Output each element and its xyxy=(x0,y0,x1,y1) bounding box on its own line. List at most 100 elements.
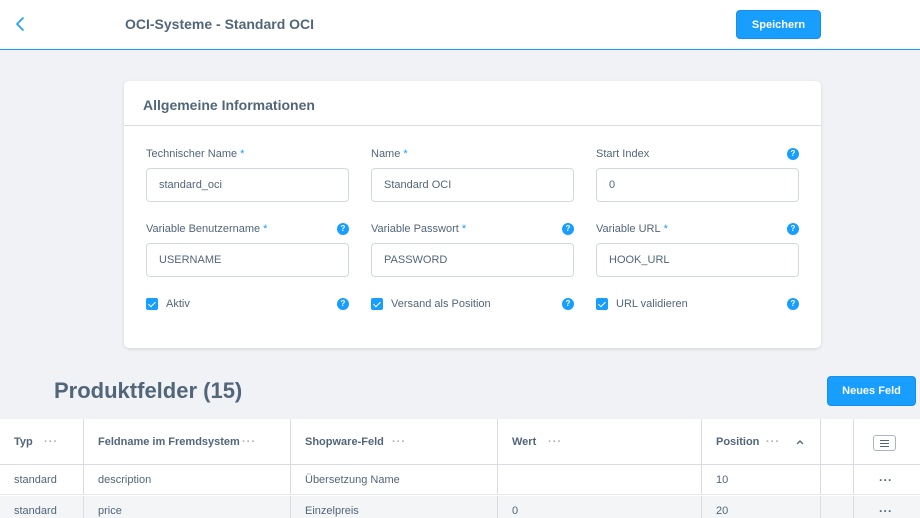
required-marker: * xyxy=(403,148,408,160)
cell-text: Übersetzung Name xyxy=(305,473,400,486)
chevron-up-icon[interactable] xyxy=(796,438,804,446)
column-header-label: Wert xyxy=(512,435,537,448)
column-header-field-name[interactable]: Feldname im Fremdsystem ··· xyxy=(84,419,291,464)
variable-url-field: Variable URL *? xyxy=(596,223,799,277)
table-row[interactable]: standard description Übersetzung Name 10… xyxy=(0,465,920,495)
required-marker: * xyxy=(263,223,268,235)
help-circle-icon[interactable]: ? xyxy=(337,223,349,235)
cell-field-name: description xyxy=(84,465,291,494)
general-info-card: Allgemeine Informationen Technischer Nam… xyxy=(124,81,821,348)
active-checkbox-row: Aktiv ? xyxy=(146,298,349,312)
start-index-input[interactable] xyxy=(596,168,799,202)
required-marker: * xyxy=(240,148,245,160)
cell-shopware-field: Einzelpreis xyxy=(291,496,498,518)
cell-type: standard xyxy=(0,496,84,518)
name-label: Name * xyxy=(371,148,574,164)
menu-line xyxy=(880,446,889,447)
cell-spacer xyxy=(821,496,854,518)
validate-url-label: URL validieren xyxy=(616,298,688,310)
start-index-field: Start Index? xyxy=(596,148,799,202)
cell-text: 10 xyxy=(716,473,729,486)
column-header-type[interactable]: Typ ··· xyxy=(0,419,84,464)
shipping-position-checkbox[interactable] xyxy=(371,298,383,310)
shipping-position-checkbox-row: Versand als Position ? xyxy=(371,298,574,312)
column-menu-icon[interactable]: ··· xyxy=(548,436,562,448)
help-circle-icon[interactable]: ? xyxy=(562,223,574,235)
variable-password-label: Variable Passwort *? xyxy=(371,223,574,239)
column-menu-icon[interactable]: ··· xyxy=(766,436,780,448)
cell-position: 10 xyxy=(702,465,821,494)
variable-password-field: Variable Passwort *? xyxy=(371,223,574,277)
label-text: Variable URL xyxy=(596,223,661,235)
cell-value: 0 xyxy=(498,496,702,518)
cell-text: Einzelpreis xyxy=(305,505,359,517)
help-circle-icon[interactable]: ? xyxy=(787,298,799,310)
column-menu-icon[interactable]: ··· xyxy=(242,436,256,448)
variable-url-label: Variable URL *? xyxy=(596,223,799,239)
cell-text: 0 xyxy=(512,505,519,517)
help-circle-icon[interactable]: ? xyxy=(562,298,574,310)
menu-line xyxy=(880,443,889,444)
variable-username-label: Variable Benutzername *? xyxy=(146,223,349,239)
cell-text: price xyxy=(98,505,122,517)
name-input[interactable] xyxy=(371,168,574,202)
cell-text: 20 xyxy=(716,505,729,517)
active-checkbox[interactable] xyxy=(146,298,158,310)
product-fields-title: Produktfelder (15) xyxy=(54,378,243,403)
cell-spacer xyxy=(821,465,854,494)
start-index-label: Start Index? xyxy=(596,148,799,164)
label-text: Start Index xyxy=(596,148,650,160)
technical-name-input[interactable] xyxy=(146,168,349,202)
column-menu-icon[interactable]: ··· xyxy=(44,436,58,448)
name-field: Name * xyxy=(371,148,574,202)
save-button[interactable]: Speichern xyxy=(736,10,821,39)
page-title: OCI-Systeme - Standard OCI xyxy=(125,16,315,32)
variable-url-input[interactable] xyxy=(596,243,799,277)
list-icon[interactable] xyxy=(873,435,896,451)
help-circle-icon[interactable]: ? xyxy=(787,148,799,160)
cell-text: standard xyxy=(14,505,57,517)
column-header-label: Position xyxy=(716,435,760,448)
required-marker: * xyxy=(663,223,668,235)
cell-text: description xyxy=(98,473,152,486)
label-text: Variable Benutzername xyxy=(146,223,261,235)
chevron-left-icon[interactable] xyxy=(12,14,30,34)
row-actions-icon[interactable]: ··· xyxy=(879,504,893,518)
table-header-row: Typ ··· Feldname im Fremdsystem ··· Shop… xyxy=(0,419,920,465)
cell-shopware-field: Übersetzung Name xyxy=(291,465,498,494)
cell-position: 20 xyxy=(702,496,821,518)
technical-name-label: Technischer Name * xyxy=(146,148,349,164)
column-header-value[interactable]: Wert ··· xyxy=(498,419,702,464)
cell-text: standard xyxy=(14,473,57,486)
product-fields-table: Typ ··· Feldname im Fremdsystem ··· Shop… xyxy=(0,419,920,518)
required-marker: * xyxy=(461,223,467,235)
validate-url-checkbox[interactable] xyxy=(596,298,608,310)
help-circle-icon[interactable]: ? xyxy=(787,223,799,235)
new-field-button[interactable]: Neues Feld xyxy=(827,376,916,406)
cell-type: standard xyxy=(0,465,84,494)
label-text: Name xyxy=(371,148,401,160)
column-header-label: Typ xyxy=(14,435,33,448)
table-row[interactable]: standard price Einzelpreis 0 20 ··· xyxy=(0,496,920,518)
label-text: Technischer Name xyxy=(146,148,238,160)
card-title: Allgemeine Informationen xyxy=(143,97,315,113)
cell-field-name: price xyxy=(84,496,291,518)
variable-password-input[interactable] xyxy=(371,243,574,277)
label-text: Variable Passwort xyxy=(371,223,459,235)
help-circle-icon[interactable]: ? xyxy=(337,298,349,310)
column-header-shopware-field[interactable]: Shopware-Feld ··· xyxy=(291,419,498,464)
column-spacer xyxy=(821,419,854,464)
validate-url-checkbox-row: URL validieren ? xyxy=(596,298,799,312)
shipping-position-label: Versand als Position xyxy=(391,298,491,310)
active-label: Aktiv xyxy=(166,298,190,310)
row-actions-icon[interactable]: ··· xyxy=(879,473,893,487)
column-menu-icon[interactable]: ··· xyxy=(392,436,406,448)
variable-username-input[interactable] xyxy=(146,243,349,277)
card-header: Allgemeine Informationen xyxy=(124,81,821,126)
column-header-label: Feldname im Fremdsystem xyxy=(98,435,240,448)
variable-username-field: Variable Benutzername *? xyxy=(146,223,349,277)
top-bar: OCI-Systeme - Standard OCI Speichern xyxy=(0,0,920,50)
menu-line xyxy=(880,440,889,441)
column-header-label: Shopware-Feld xyxy=(305,435,384,448)
technical-name-field: Technischer Name * xyxy=(146,148,349,202)
